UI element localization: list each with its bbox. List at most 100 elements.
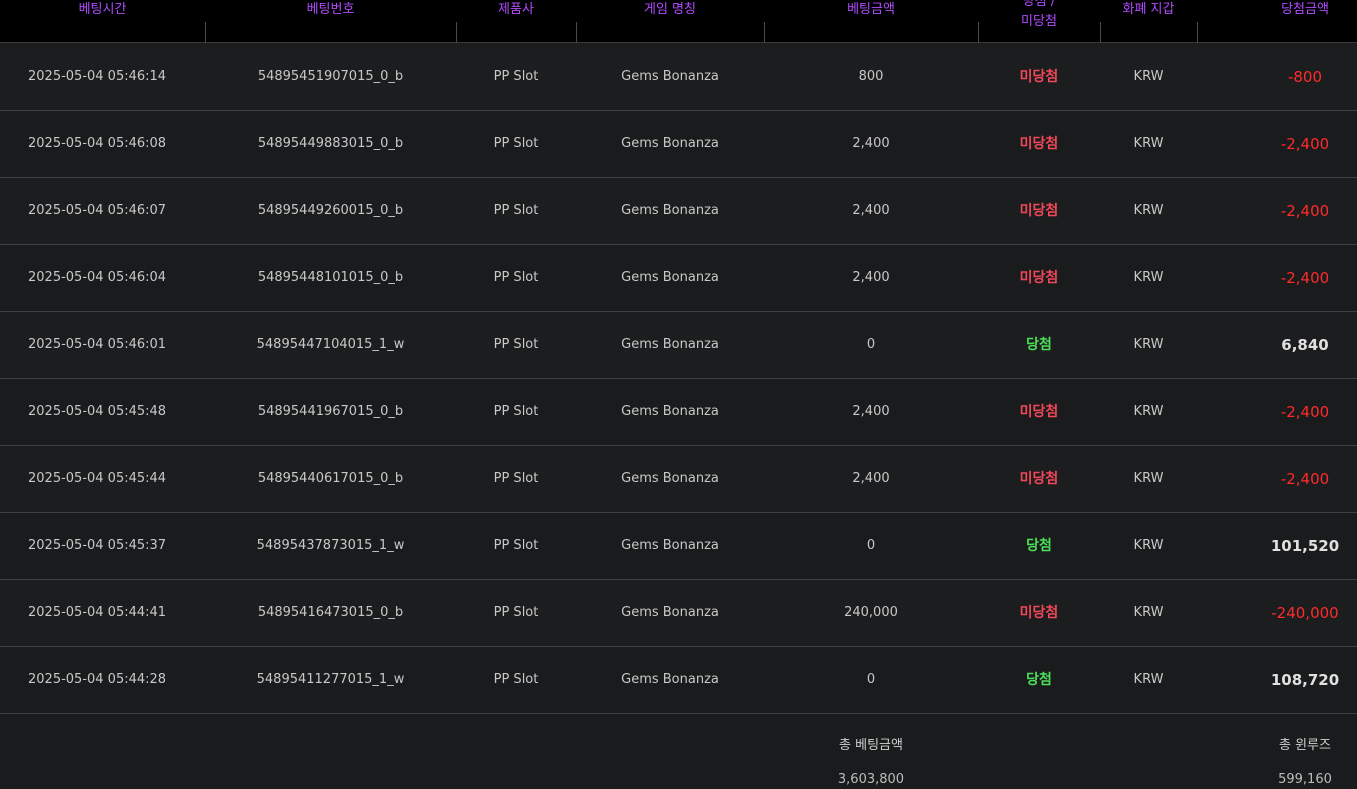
win-amount-cell: -2,400	[1280, 135, 1330, 153]
bet-id-cell: 54895437873015_1_w	[256, 538, 405, 553]
game-name-cell: Gems Bonanza	[621, 203, 719, 218]
bet-id-cell: 54895416473015_0_b	[257, 605, 404, 620]
game-name-cell: Gems Bonanza	[621, 471, 719, 486]
result-cell: 미당첨	[1019, 270, 1059, 286]
header-win-amount-label: 당첨금액	[1281, 2, 1329, 17]
bet-amount-cell: 2,400	[852, 270, 890, 285]
table-row[interactable]: 2025-05-04 05:44:41 54895416473015_0_b PP …	[0, 580, 1357, 647]
result-cell: 미당첨	[1019, 69, 1059, 85]
header-bet-time[interactable]: 베팅시간	[0, 0, 205, 43]
provider-cell: PP Slot	[493, 471, 539, 486]
currency-cell: KRW	[1133, 203, 1164, 218]
bet-amount-cell: 2,400	[852, 471, 890, 486]
header-divider	[1197, 22, 1198, 43]
table-row[interactable]: 2025-05-04 05:46:04 54895448101015_0_b PP …	[0, 245, 1357, 312]
table-row[interactable]: 2025-05-04 05:45:37 54895437873015_1_w PP …	[0, 513, 1357, 580]
table-row[interactable]: 2025-05-04 05:45:48 54895441967015_0_b PP …	[0, 379, 1357, 446]
total-bet-label: 총 베팅금액	[839, 738, 903, 753]
header-currency-wallet-label: 화폐 지갑	[1122, 2, 1175, 17]
total-bet-value: 3,603,800	[837, 772, 905, 787]
game-name-cell: Gems Bonanza	[621, 270, 719, 285]
header-result[interactable]: 당첨 / 미당첨	[978, 0, 1100, 43]
header-bet-id[interactable]: 베팅번호	[205, 0, 456, 43]
table-row[interactable]: 2025-05-04 05:45:44 54895440617015_0_b PP …	[0, 446, 1357, 513]
game-name-cell: Gems Bonanza	[621, 404, 719, 419]
provider-cell: PP Slot	[493, 337, 539, 352]
result-cell: 당첨	[1026, 538, 1052, 554]
result-cell: 미당첨	[1019, 136, 1059, 152]
game-name-cell: Gems Bonanza	[621, 672, 719, 687]
bet-id-cell: 54895451907015_0_b	[257, 69, 404, 84]
header-win-amount[interactable]: 당첨금액	[1255, 0, 1355, 43]
currency-cell: KRW	[1133, 270, 1164, 285]
bet-id-cell: 54895411277015_1_w	[256, 672, 405, 687]
provider-cell: PP Slot	[493, 69, 539, 84]
win-amount-cell: -2,400	[1280, 403, 1330, 421]
total-winloss-value: 599,160	[1278, 772, 1332, 787]
header-game-name[interactable]: 게임 명칭	[576, 0, 764, 43]
provider-cell: PP Slot	[493, 270, 539, 285]
win-amount-cell: -800	[1287, 68, 1323, 86]
table-row[interactable]: 2025-05-04 05:46:14 54895451907015_0_b PP …	[0, 44, 1357, 111]
result-cell: 미당첨	[1019, 471, 1059, 487]
provider-cell: PP Slot	[493, 136, 539, 151]
bet-amount-cell: 2,400	[852, 404, 890, 419]
result-cell: 당첨	[1026, 672, 1052, 688]
bet-time-cell: 2025-05-04 05:46:04	[28, 270, 167, 285]
bet-time-cell: 2025-05-04 05:44:41	[28, 605, 167, 620]
win-amount-cell: 101,520	[1270, 537, 1340, 555]
header-bet-amount-label: 베팅금액	[847, 2, 895, 17]
win-amount-cell: -2,400	[1280, 202, 1330, 220]
provider-cell: PP Slot	[493, 605, 539, 620]
bet-time-cell: 2025-05-04 05:45:37	[28, 538, 167, 553]
provider-cell: PP Slot	[493, 672, 539, 687]
table-row[interactable]: 2025-05-04 05:46:01 54895447104015_1_w PP …	[0, 312, 1357, 379]
header-currency-wallet[interactable]: 화폐 지갑	[1100, 0, 1197, 43]
win-amount-cell: -240,000	[1271, 604, 1339, 622]
bet-id-cell: 54895449883015_0_b	[257, 136, 404, 151]
win-amount-cell: -2,400	[1280, 470, 1330, 488]
game-name-cell: Gems Bonanza	[621, 136, 719, 151]
result-cell: 미당첨	[1019, 605, 1059, 621]
result-cell: 당첨	[1026, 337, 1052, 353]
bet-id-cell: 54895449260015_0_b	[257, 203, 404, 218]
bet-time-cell: 2025-05-04 05:46:14	[28, 69, 167, 84]
header-bet-amount[interactable]: 베팅금액	[764, 0, 978, 43]
table-footer-summary: 총 베팅금액 3,603,800 총 윈루즈 599,160	[0, 714, 1357, 789]
provider-cell: PP Slot	[493, 404, 539, 419]
bet-id-cell: 54895448101015_0_b	[257, 270, 404, 285]
currency-cell: KRW	[1133, 538, 1164, 553]
game-name-cell: Gems Bonanza	[621, 605, 719, 620]
table-row[interactable]: 2025-05-04 05:46:07 54895449260015_0_b PP …	[0, 178, 1357, 245]
header-game-name-label: 게임 명칭	[644, 2, 696, 17]
win-amount-cell: -2,400	[1280, 269, 1330, 287]
table-row[interactable]: 2025-05-04 05:44:28 54895411277015_1_w PP …	[0, 647, 1357, 714]
game-name-cell: Gems Bonanza	[621, 538, 719, 553]
bet-amount-cell: 240,000	[844, 605, 898, 620]
bet-time-cell: 2025-05-04 05:46:08	[28, 136, 167, 151]
win-amount-cell: 108,720	[1270, 671, 1340, 689]
bet-amount-cell: 0	[866, 337, 876, 352]
game-name-cell: Gems Bonanza	[621, 69, 719, 84]
result-cell: 미당첨	[1019, 404, 1059, 420]
bet-id-cell: 54895441967015_0_b	[257, 404, 404, 419]
provider-cell: PP Slot	[493, 203, 539, 218]
table-header: 베팅시간 베팅번호 제품사 게임 명칭 베팅금액 당첨 / 미당첨 화폐 지갑 …	[0, 0, 1357, 43]
win-amount-cell: 6,840	[1281, 336, 1329, 354]
currency-cell: KRW	[1133, 69, 1164, 84]
bet-time-cell: 2025-05-04 05:46:07	[28, 203, 167, 218]
bet-time-cell: 2025-05-04 05:45:48	[28, 404, 167, 419]
total-winloss-label: 총 윈루즈	[1279, 738, 1331, 753]
table-row[interactable]: 2025-05-04 05:46:08 54895449883015_0_b PP …	[0, 111, 1357, 178]
bet-history-table: 베팅시간 베팅번호 제품사 게임 명칭 베팅금액 당첨 / 미당첨 화폐 지갑 …	[0, 0, 1357, 789]
currency-cell: KRW	[1133, 605, 1164, 620]
header-result-label-line1: 당첨 /	[1022, 0, 1056, 9]
header-provider[interactable]: 제품사	[456, 0, 576, 43]
currency-cell: KRW	[1133, 404, 1164, 419]
bet-amount-cell: 0	[866, 538, 876, 553]
provider-cell: PP Slot	[493, 538, 539, 553]
currency-cell: KRW	[1133, 136, 1164, 151]
bet-amount-cell: 800	[858, 69, 884, 84]
header-bet-time-label: 베팅시간	[78, 2, 127, 17]
bet-id-cell: 54895440617015_0_b	[257, 471, 404, 486]
